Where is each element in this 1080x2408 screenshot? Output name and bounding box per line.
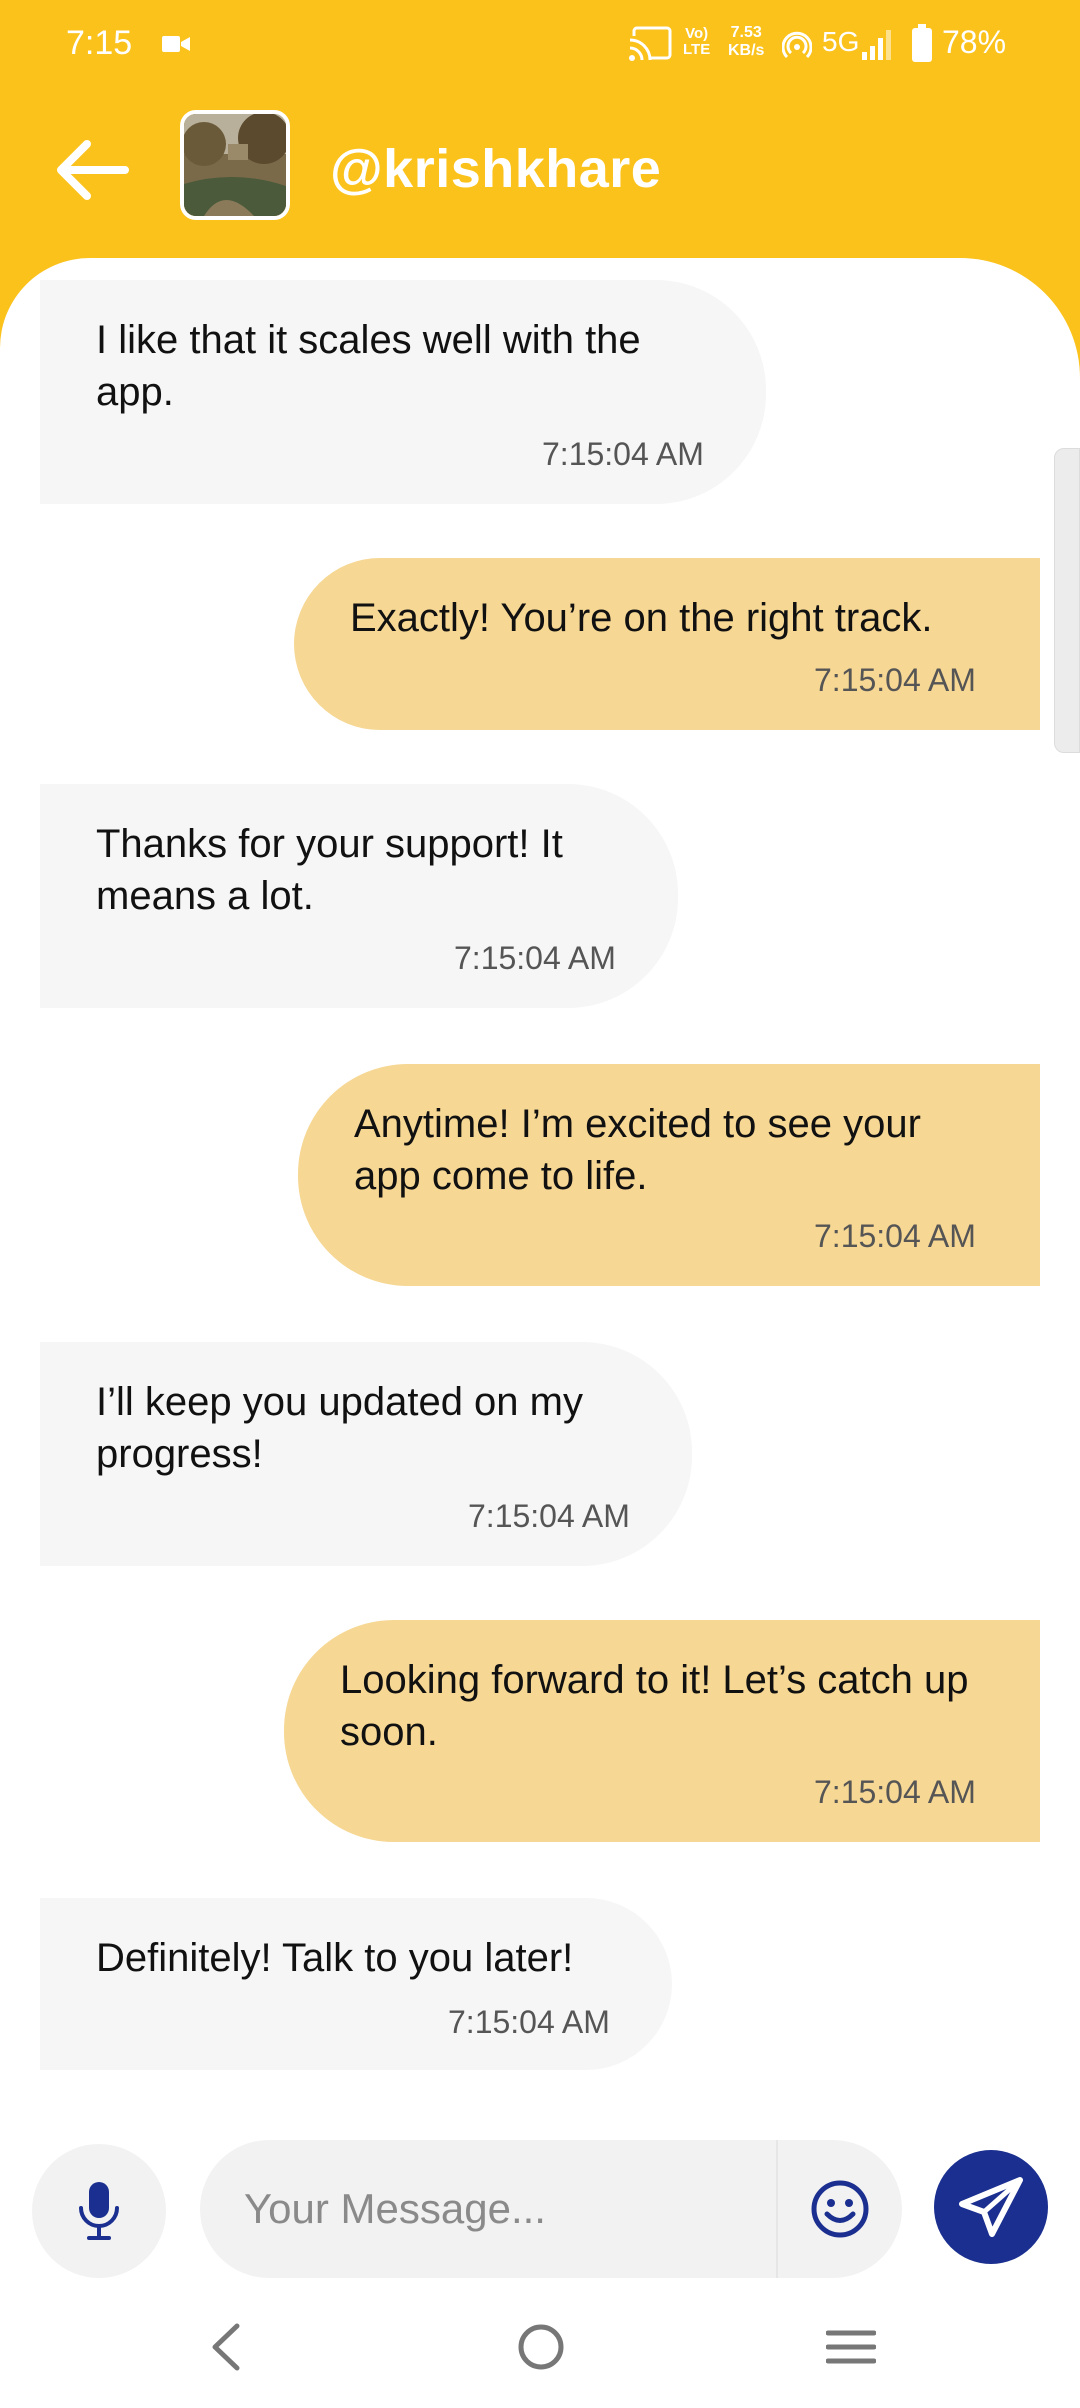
home-icon [518, 2324, 564, 2370]
status-time: 7:15 [66, 24, 133, 62]
message-sent[interactable]: Anytime! I’m excited to see your app com… [298, 1064, 1040, 1286]
message-text: I’ll keep you updated on my progress! [96, 1380, 583, 1476]
back-button[interactable] [46, 130, 136, 210]
chat-panel[interactable]: I like that it scales well with the app.… [0, 258, 1080, 2128]
send-icon [959, 2177, 1023, 2237]
video-camera-icon [162, 36, 190, 52]
mic-button[interactable] [32, 2144, 166, 2278]
message-time: 7:15:04 AM [542, 436, 704, 472]
scrollbar-thumb[interactable] [1054, 448, 1080, 753]
back-icon [212, 2323, 240, 2371]
hotspot-icon [782, 31, 812, 59]
network-type: 5G [822, 26, 860, 57]
signal-icon [862, 30, 891, 60]
message-time: 7:15:04 AM [468, 1498, 630, 1534]
message-text: Looking forward to it! Let’s catch up so… [340, 1658, 969, 1754]
battery-icon [912, 24, 932, 62]
battery-percent: 78% [942, 24, 1007, 60]
system-nav-bar [0, 2284, 1080, 2408]
nav-home-button[interactable] [506, 2312, 576, 2382]
message-text: Exactly! You’re on the right track. [350, 596, 933, 640]
message-time: 7:15:04 AM [454, 940, 616, 976]
screen: 7:15 Vo) LTE 7.53 KB/s 5G 78% @krishkhar… [0, 0, 1080, 2408]
nav-recents-button[interactable] [816, 2312, 886, 2382]
cast-icon [628, 26, 672, 62]
message-received[interactable]: Definitely! Talk to you later! 7:15:04 A… [40, 1898, 672, 2070]
profile-photo [184, 114, 286, 216]
message-time: 7:15:04 AM [814, 662, 976, 698]
message-time: 7:15:04 AM [814, 1218, 976, 1254]
message-sent[interactable]: Looking forward to it! Let’s catch up so… [284, 1620, 1040, 1842]
volte-indicator: Vo) LTE [683, 25, 711, 58]
chat-username[interactable]: @krishkhare [330, 138, 661, 200]
message-received[interactable]: Thanks for your support! It means a lot.… [40, 784, 678, 1008]
microphone-icon [79, 2182, 119, 2240]
avatar[interactable] [180, 110, 290, 220]
chat-header: @krishkhare [0, 90, 1080, 260]
message-text: Definitely! Talk to you later! [96, 1936, 574, 1980]
message-text: I like that it scales well with the app. [96, 318, 641, 414]
message-sent[interactable]: Exactly! You’re on the right track. 7:15… [294, 558, 1040, 730]
nav-back-button[interactable] [192, 2312, 262, 2382]
emoji-button[interactable] [776, 2140, 902, 2278]
message-input[interactable] [244, 2140, 774, 2278]
message-composer [0, 2128, 1080, 2284]
send-button[interactable] [934, 2150, 1048, 2264]
emoji-icon [811, 2180, 869, 2238]
message-time: 7:15:04 AM [448, 2004, 610, 2040]
recents-icon [826, 2330, 876, 2364]
message-time: 7:15:04 AM [814, 1774, 976, 1810]
message-input-wrap [200, 2140, 902, 2278]
status-bar: 7:15 Vo) LTE 7.53 KB/s 5G 78% [0, 0, 1080, 90]
message-text: Thanks for your support! It means a lot. [96, 822, 563, 918]
data-speed: 7.53 KB/s [728, 24, 765, 59]
message-received[interactable]: I like that it scales well with the app.… [40, 280, 766, 504]
arrow-left-icon [57, 140, 129, 200]
message-received[interactable]: I’ll keep you updated on my progress! 7:… [40, 1342, 692, 1566]
message-text: Anytime! I’m excited to see your app com… [354, 1102, 921, 1198]
